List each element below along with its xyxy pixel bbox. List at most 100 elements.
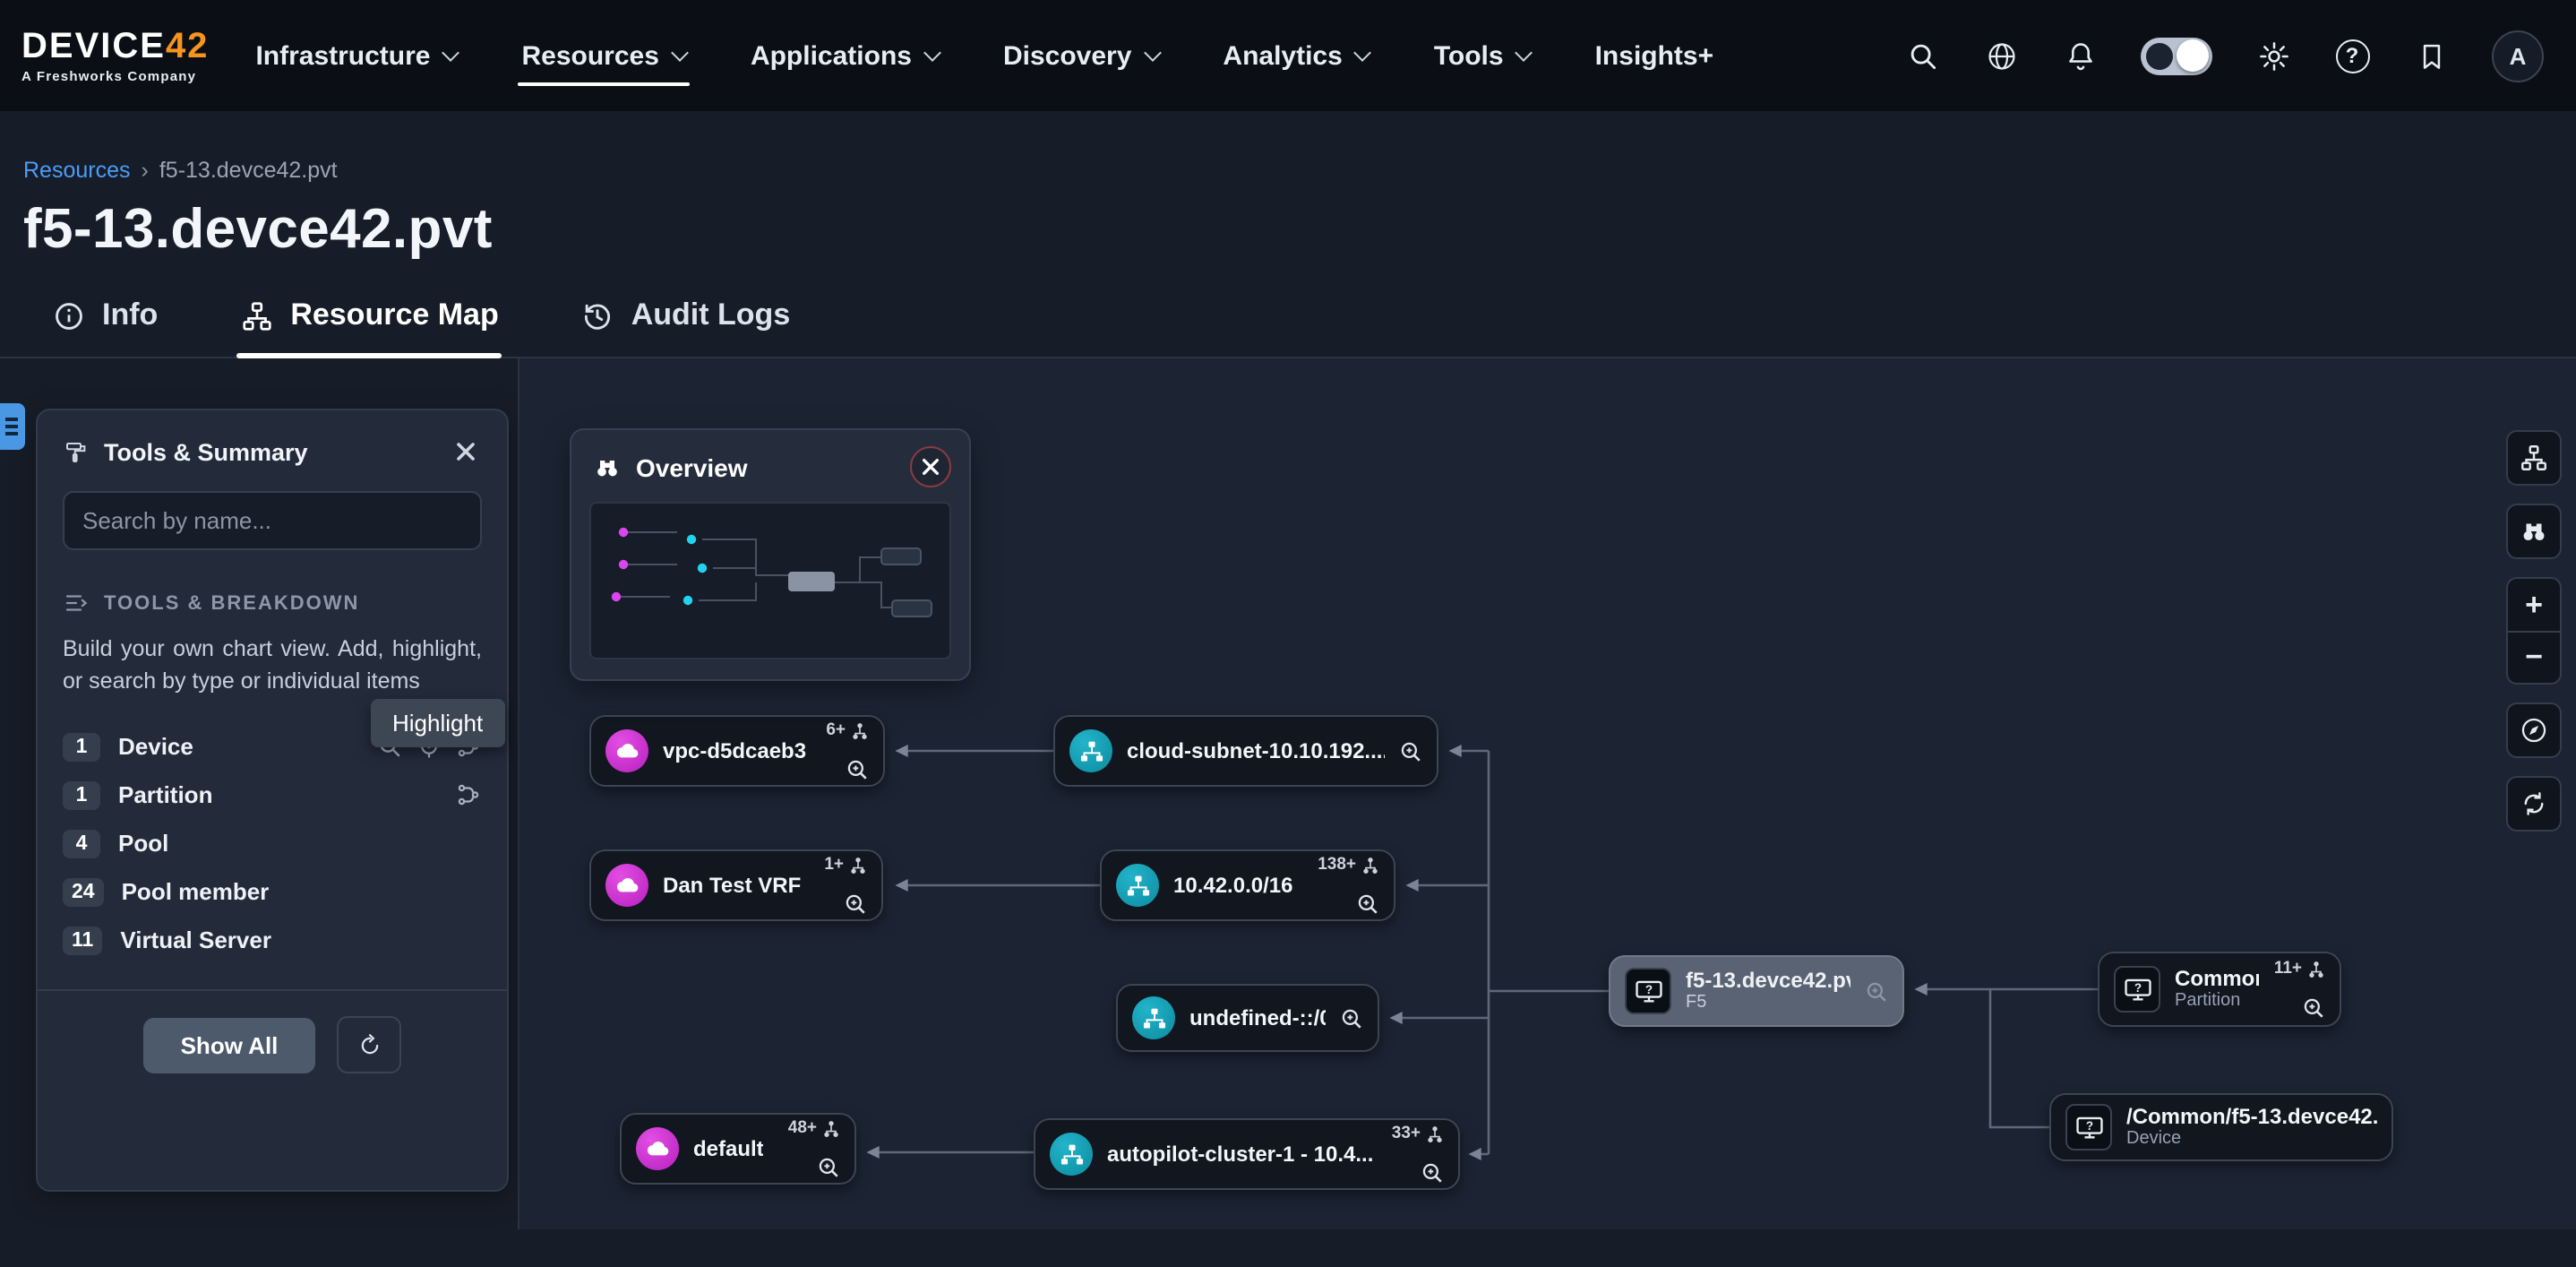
tab-resource-map[interactable]: Resource Map (236, 297, 502, 357)
chevron-down-icon (671, 43, 689, 61)
row-branch-icon[interactable] (455, 782, 482, 809)
node-label: Common (2175, 965, 2260, 991)
overview-binoculars-button[interactable] (2506, 504, 2562, 559)
vpc-cloud-icon (636, 1127, 679, 1170)
panel-description: Build your own chart view. Add, highligh… (63, 633, 482, 698)
brand-42: 42 (166, 27, 210, 66)
node-label: cloud-subnet-10.10.192.... (1127, 738, 1385, 763)
refresh-button[interactable] (337, 1017, 401, 1074)
recenter-compass-button[interactable] (2506, 702, 2562, 758)
zoom-into-node-icon[interactable] (846, 758, 869, 781)
breakdown-section-header: TOOLS & BREAKDOWN (63, 590, 482, 616)
panel-close-icon[interactable] (450, 435, 482, 468)
show-all-button[interactable]: Show All (143, 1018, 316, 1073)
map-node-10-42-0-0-16[interactable]: 10.42.0.0/16 138+ (1100, 849, 1395, 921)
nav-analytics[interactable]: Analytics (1223, 0, 1369, 111)
expand-count-badge[interactable]: 11+ (2274, 959, 2325, 978)
branch-mini-icon (822, 1119, 840, 1137)
search-icon[interactable] (1904, 38, 1940, 73)
node-label: default (693, 1136, 764, 1161)
node-label: 10.42.0.0/16 (1173, 873, 1292, 898)
expand-count-badge[interactable]: 33+ (1392, 1124, 1444, 1143)
notifications-bell-icon[interactable] (2062, 38, 2098, 73)
map-node-common-partition[interactable]: ? Common Partition 11+ (2098, 952, 2341, 1027)
tab-audit-logs[interactable]: Audit Logs (578, 297, 794, 357)
help-icon[interactable]: ? (2334, 38, 2370, 73)
zoom-into-node-icon[interactable] (1399, 739, 1422, 763)
subnet-icon (1050, 1133, 1093, 1176)
zoom-in-button[interactable]: + (2508, 579, 2560, 631)
branch-mini-icon (851, 721, 869, 739)
map-node-autopilot-cluster[interactable]: autopilot-cluster-1 - 10.4... 33+ (1034, 1118, 1460, 1190)
breadcrumb-resources-link[interactable]: Resources (23, 158, 131, 183)
reload-map-button[interactable] (2506, 776, 2562, 832)
breakdown-row-pool[interactable]: 4 Pool (63, 820, 482, 868)
subnet-icon (1116, 864, 1159, 907)
layout-sitemap-button[interactable] (2506, 430, 2562, 486)
tab-info[interactable]: Info (48, 297, 161, 357)
expand-count-badge[interactable]: 6+ (826, 720, 869, 740)
user-avatar[interactable]: A (2492, 30, 2544, 82)
map-node-cloud-subnet[interactable]: cloud-subnet-10.10.192.... (1053, 715, 1438, 787)
breakdown-row-partition[interactable]: 1 Partition (63, 771, 482, 820)
brand-subtitle: A Freshworks Company (21, 70, 209, 83)
breakdown-row-virtual-server[interactable]: 11 Virtual Server (63, 917, 482, 965)
map-node-default[interactable]: default 48+ (620, 1113, 856, 1185)
zoom-into-node-icon[interactable] (1340, 1006, 1363, 1030)
breakdown-row-pool-member[interactable]: 24 Pool member (63, 868, 482, 917)
chevron-down-icon (923, 43, 941, 61)
search-input[interactable] (82, 507, 462, 534)
settings-gear-icon[interactable] (2255, 38, 2291, 73)
brand-name: DEVICE42 (21, 29, 209, 65)
tools-icon (63, 438, 90, 465)
theme-toggle[interactable] (2141, 37, 2212, 74)
content-area: Tools & Summary TOOLS & BREAKDOWN Build … (0, 358, 2576, 1229)
zoom-into-node-icon[interactable] (1421, 1161, 1444, 1185)
node-sublabel: Partition (2175, 991, 2260, 1013)
map-node-dan-test-vrf[interactable]: Dan Test VRF 1+ (589, 849, 883, 921)
svg-text:?: ? (2134, 980, 2141, 994)
nav-tools[interactable]: Tools (1434, 0, 1531, 111)
chevron-down-icon (1144, 43, 1162, 61)
nav-insights[interactable]: Insights+ (1595, 0, 1714, 111)
panel-title: Tools & Summary (104, 438, 308, 465)
overview-minimap: Overview (570, 428, 971, 681)
map-node-common-f5-device[interactable]: ? /Common/f5-13.devce42... Device (2049, 1093, 2393, 1161)
node-label: vpc-d5dcaeb3 (663, 738, 806, 763)
svg-text:?: ? (1644, 982, 1652, 996)
bookmark-icon[interactable] (2413, 38, 2449, 73)
expand-count-badge[interactable]: 1+ (824, 855, 867, 875)
expand-count-badge[interactable]: 48+ (788, 1118, 840, 1138)
zoom-out-button[interactable]: − (2508, 631, 2560, 683)
minimap-close-icon[interactable] (910, 446, 951, 487)
unknown-device-icon: ? (2065, 1104, 2112, 1151)
device42-logo[interactable]: DEVICE42 A Freshworks Company (21, 29, 209, 83)
count-badge: 4 (63, 830, 100, 858)
map-node-vpc-d5dcaeb3[interactable]: vpc-d5dcaeb3 6+ (589, 715, 885, 787)
resource-map-canvas[interactable]: Overview (519, 358, 2576, 1229)
map-node-undefined-subnet[interactable]: undefined-::/0 (1116, 984, 1379, 1052)
zoom-into-node-icon[interactable] (1865, 979, 1888, 1003)
toggle-knob (2177, 39, 2209, 72)
panel-collapse-handle[interactable] (0, 403, 25, 450)
minimap-viewport[interactable] (589, 502, 951, 659)
nav-infrastructure[interactable]: Infrastructure (255, 0, 457, 111)
history-icon (581, 298, 615, 332)
zoom-into-node-icon[interactable] (817, 1156, 840, 1179)
vpc-cloud-icon (605, 864, 648, 907)
node-label: undefined-::/0 (1189, 1005, 1326, 1030)
chevron-down-icon (442, 43, 460, 61)
nav-utility-icons: ? A (1904, 30, 2544, 82)
panel-header: Tools & Summary (63, 428, 482, 475)
nav-applications[interactable]: Applications (751, 0, 939, 111)
zoom-into-node-icon[interactable] (1356, 892, 1379, 916)
globe-icon[interactable] (1983, 38, 2019, 73)
chevron-down-icon (1516, 43, 1533, 61)
nav-discovery[interactable]: Discovery (1003, 0, 1158, 111)
expand-count-badge[interactable]: 138+ (1318, 855, 1379, 875)
zoom-into-node-icon[interactable] (2302, 996, 2325, 1020)
zoom-into-node-icon[interactable] (844, 892, 867, 916)
left-sidebar: Tools & Summary TOOLS & BREAKDOWN Build … (0, 358, 519, 1229)
nav-resources[interactable]: Resources (522, 0, 686, 111)
map-node-f5-13-selected[interactable]: ? f5-13.devce42.pvt F5 (1609, 955, 1904, 1027)
